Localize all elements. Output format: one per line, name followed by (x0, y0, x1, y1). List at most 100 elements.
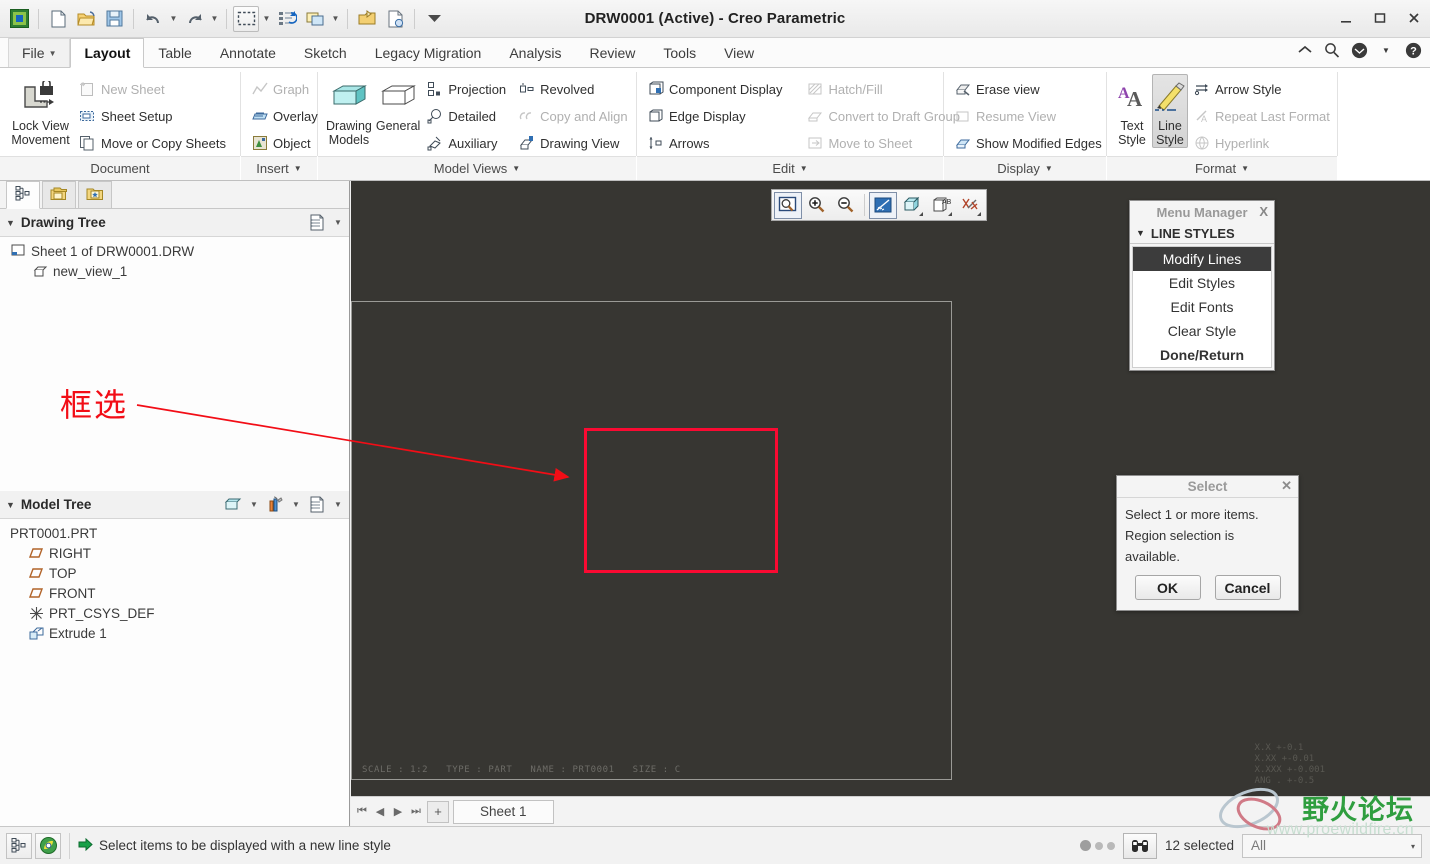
chevron-down-icon[interactable]: ▼ (333, 218, 343, 227)
tab-sketch[interactable]: Sketch (290, 38, 361, 67)
open-in-browser-icon[interactable] (382, 6, 408, 32)
erase-view-button[interactable]: Erase view (951, 76, 1109, 102)
redo-caret-icon[interactable]: ▼ (209, 14, 220, 23)
creo-logo-icon[interactable] (6, 6, 32, 32)
lock-view-movement-button[interactable]: Lock View Movement (7, 74, 74, 148)
model-tree-header[interactable]: ▼ Model Tree ▼ ▼ ▼ (0, 491, 349, 519)
tools-caret-icon[interactable]: ▼ (291, 500, 301, 509)
zoom-in-icon[interactable] (803, 192, 831, 219)
tree-node-extrude[interactable]: Extrude 1 (0, 623, 349, 643)
repaint-icon[interactable] (869, 191, 897, 219)
tree-settings-icon[interactable] (307, 213, 327, 233)
menu-item-modify-lines[interactable]: Modify Lines (1133, 247, 1271, 271)
menu-item-clear-style[interactable]: Clear Style (1133, 319, 1271, 343)
browser-toggle-icon[interactable] (35, 832, 61, 859)
drawing-models-button[interactable]: Drawing Models (325, 74, 373, 148)
minimize-button[interactable] (1336, 8, 1356, 28)
detailed-button[interactable]: Detailed (423, 103, 513, 129)
folder-browser-tab[interactable] (42, 181, 76, 208)
tab-tools[interactable]: Tools (649, 38, 710, 67)
cancel-button[interactable]: Cancel (1214, 575, 1281, 600)
close-button[interactable] (1404, 8, 1424, 28)
component-display-button[interactable]: Component Display (644, 76, 789, 102)
ribbon-group-model-views-label[interactable]: Model Views ▼ (318, 156, 636, 180)
menu-item-edit-fonts[interactable]: Edit Fonts (1133, 295, 1271, 319)
tab-table[interactable]: Table (144, 38, 205, 67)
ptc-account-icon[interactable] (1350, 41, 1368, 59)
chevron-down-icon[interactable]: ▼ (333, 500, 343, 509)
help-icon[interactable]: ? (1404, 41, 1422, 59)
tree-node-front[interactable]: FRONT (0, 583, 349, 603)
general-view-button[interactable]: General (375, 74, 421, 134)
ribbon-group-format-label[interactable]: Format ▼ (1107, 156, 1337, 180)
customize-qat-icon[interactable] (421, 6, 447, 32)
select-box-icon[interactable] (233, 5, 259, 32)
tree-settings-icon[interactable] (307, 495, 327, 515)
redo-icon[interactable] (181, 6, 207, 32)
move-or-copy-sheets-button[interactable]: Move or Copy Sheets (76, 130, 233, 156)
tools-icon[interactable] (265, 495, 285, 515)
ok-button[interactable]: OK (1134, 575, 1201, 600)
line-style-button[interactable]: Line Style (1152, 74, 1188, 148)
display-style-icon[interactable] (223, 495, 243, 515)
refit-icon[interactable] (774, 191, 802, 219)
regenerate-icon[interactable] (274, 6, 300, 32)
tree-node-csys[interactable]: PRT_CSYS_DEF (0, 603, 349, 623)
copy-and-align-button[interactable]: Copy and Align (515, 103, 634, 129)
tab-view[interactable]: View (710, 38, 768, 67)
show-modified-edges-button[interactable]: Show Modified Edges (951, 130, 1109, 156)
model-tree-toggle-icon[interactable] (6, 832, 32, 859)
search-icon[interactable] (1323, 41, 1341, 59)
tab-legacy-migration[interactable]: Legacy Migration (361, 38, 496, 67)
sheet-setup-button[interactable]: Sheet Setup (76, 103, 233, 129)
edge-display-button[interactable]: Edge Display (644, 103, 789, 129)
selection-filter-dropdown[interactable]: All ▾ (1242, 833, 1422, 858)
tab-annotate[interactable]: Annotate (206, 38, 290, 67)
object-button[interactable]: Object (248, 130, 325, 156)
repeat-last-format-button[interactable]: A Repeat Last Format (1190, 103, 1337, 129)
hyperlink-button[interactable]: Hyperlink (1190, 130, 1337, 156)
new-sheet-button[interactable]: New Sheet (76, 76, 233, 102)
tab-analysis[interactable]: Analysis (495, 38, 575, 67)
menu-item-edit-styles[interactable]: Edit Styles (1133, 271, 1271, 295)
drawing-tree-header[interactable]: ▼ Drawing Tree ▼ (0, 209, 349, 237)
overlay-button[interactable]: Overlay (248, 103, 325, 129)
text-style-button[interactable]: A A Text Style (1114, 74, 1150, 148)
tree-node-sheet[interactable]: Sheet 1 of DRW0001.DRW (0, 241, 349, 261)
add-sheet-button[interactable]: + (427, 800, 449, 823)
last-sheet-button[interactable]: ⏭ (409, 801, 423, 823)
ribbon-group-edit-label[interactable]: Edit ▼ (637, 156, 943, 180)
zoom-out-icon[interactable] (832, 192, 860, 219)
search-selection-icon[interactable] (1122, 832, 1157, 859)
move-to-sheet-button[interactable]: Move to Sheet (803, 130, 967, 156)
tab-layout[interactable]: Layout (70, 38, 145, 68)
auxiliary-button[interactable]: Auxiliary (423, 130, 513, 156)
first-sheet-button[interactable]: ⏮ (355, 801, 369, 823)
ribbon-group-display-label[interactable]: Display ▼ (944, 156, 1106, 180)
minimize-ribbon-icon[interactable] (1296, 41, 1314, 59)
tab-review[interactable]: Review (575, 38, 649, 67)
account-caret-icon[interactable]: ▼ (1377, 41, 1395, 59)
tree-node-top[interactable]: TOP (0, 563, 349, 583)
previous-sheet-button[interactable]: ◀ (373, 801, 387, 823)
open-folder-icon[interactable] (73, 6, 99, 32)
window-list-caret-icon[interactable]: ▼ (330, 14, 341, 23)
drawing-view-button[interactable]: Drawing View (515, 130, 634, 156)
select-box-caret-icon[interactable]: ▼ (261, 14, 272, 23)
display-style-icon[interactable] (898, 192, 926, 219)
close-icon[interactable]: ✕ (1281, 478, 1292, 494)
projection-button[interactable]: Projection (423, 76, 513, 102)
sheet-tab-sheet-1[interactable]: Sheet 1 (453, 799, 554, 824)
ribbon-group-insert-label[interactable]: Insert ▼ (241, 156, 317, 180)
arrows-button[interactable]: Arrows (644, 130, 789, 156)
next-sheet-button[interactable]: ▶ (391, 801, 405, 823)
undo-icon[interactable] (140, 6, 166, 32)
model-tree-tab[interactable] (6, 181, 40, 209)
annotation-display-icon[interactable]: AB (927, 192, 955, 219)
convert-to-draft-group-button[interactable]: Convert to Draft Group (803, 103, 967, 129)
resume-view-button[interactable]: Resume View (951, 103, 1109, 129)
hatch-fill-button[interactable]: Hatch/Fill (803, 76, 967, 102)
favorites-tab[interactable] (78, 181, 112, 208)
tree-node-view[interactable]: new_view_1 (0, 261, 349, 281)
tree-node-part[interactable]: PRT0001.PRT (0, 523, 349, 543)
